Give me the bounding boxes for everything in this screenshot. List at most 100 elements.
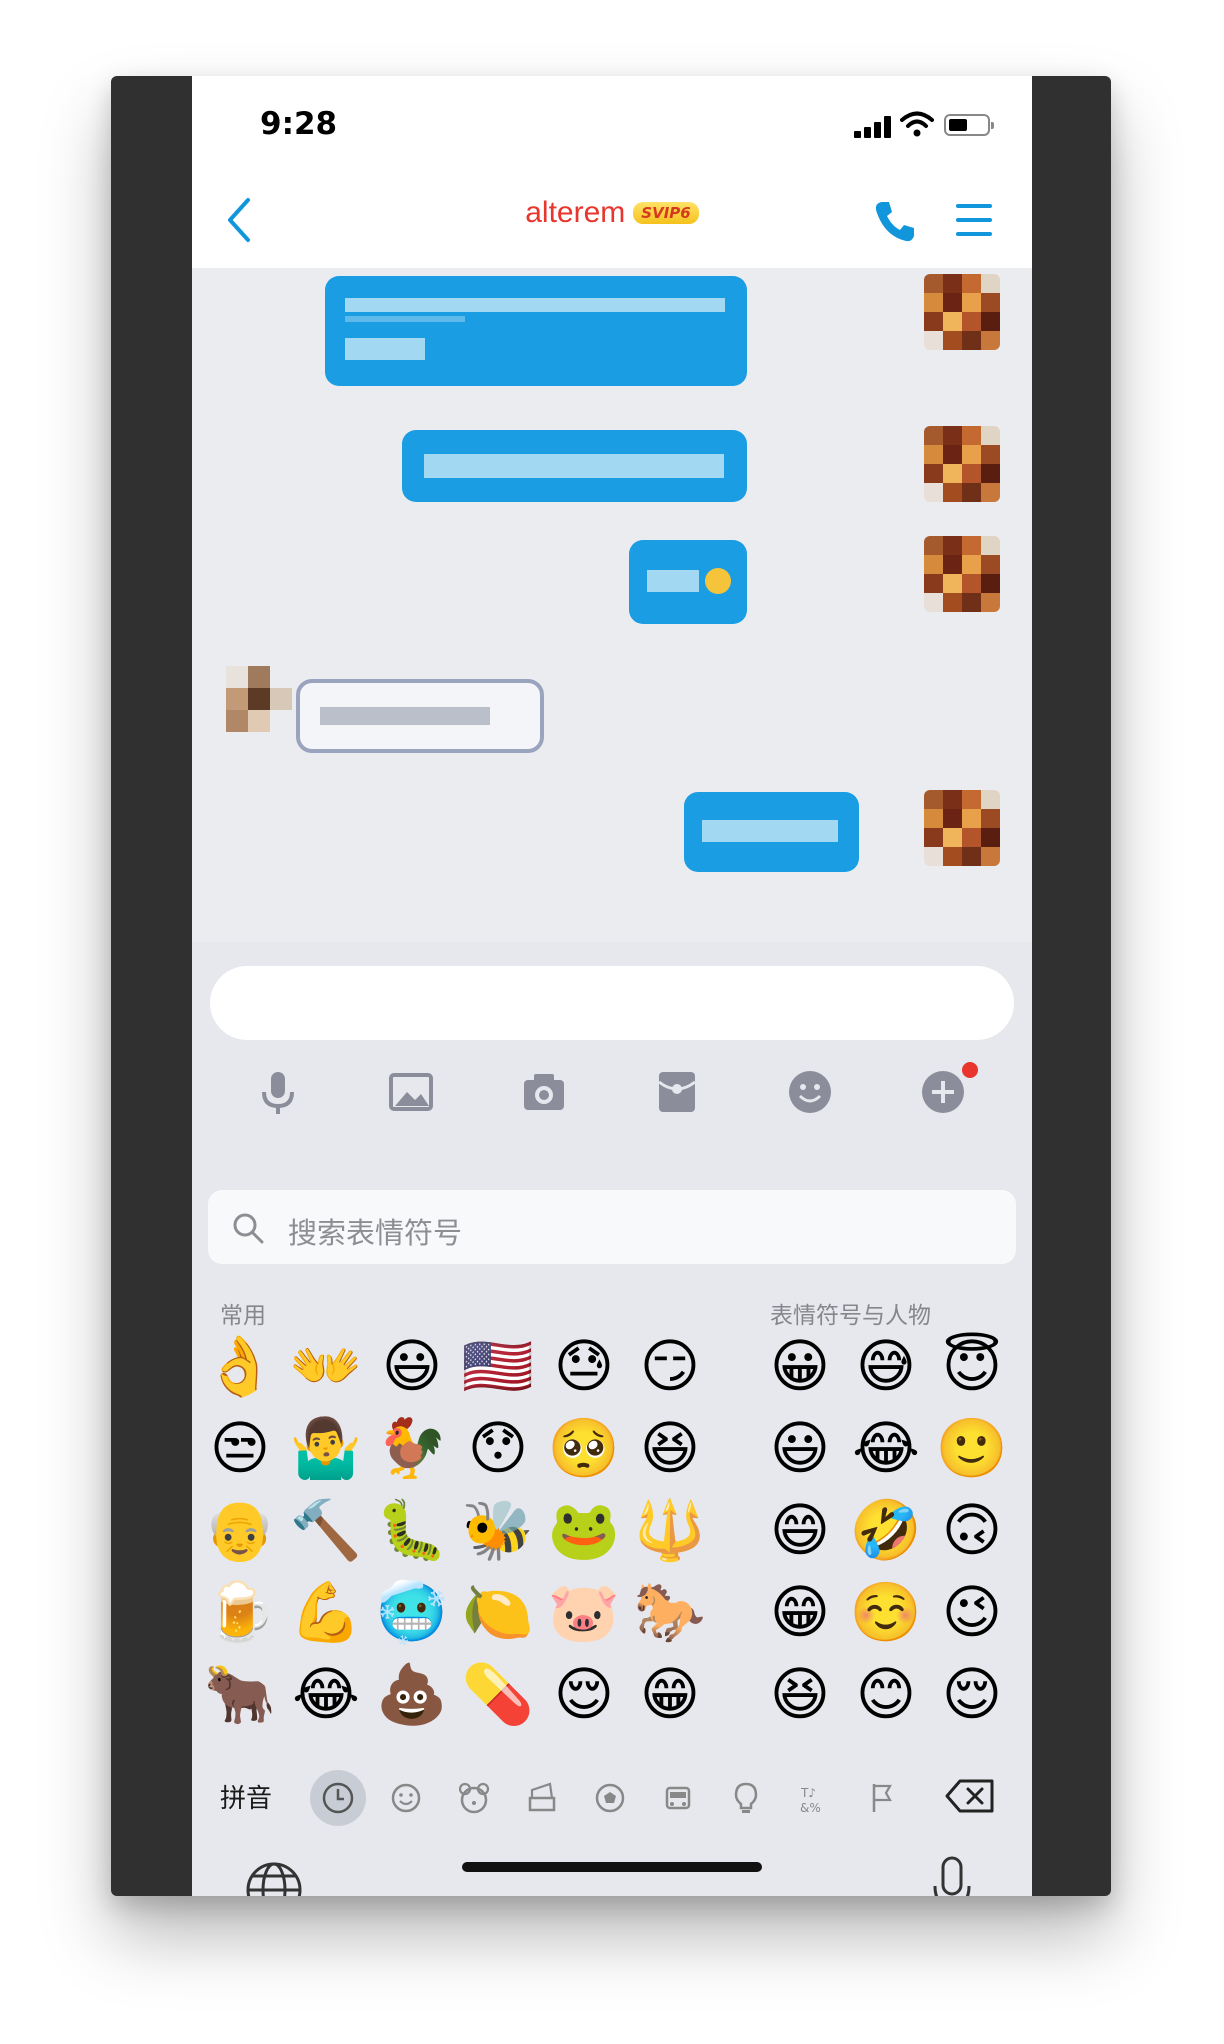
- backspace-icon[interactable]: [944, 1778, 996, 1814]
- emoji-key[interactable]: 🐷: [544, 1572, 624, 1652]
- emoji-icon[interactable]: [784, 1066, 836, 1118]
- emoji-category-bar: 拼音 T♪ &%: [192, 1760, 1032, 1830]
- emoji-key[interactable]: 💪: [286, 1572, 366, 1652]
- pinyin-key[interactable]: 拼音: [220, 1778, 272, 1815]
- flag-icon[interactable]: [854, 1770, 910, 1826]
- microphone-icon[interactable]: [252, 1066, 304, 1118]
- emoji-key[interactable]: 🔱: [630, 1490, 710, 1570]
- emoji-key[interactable]: 🔨: [286, 1490, 366, 1570]
- emoji-key[interactable]: 😯: [458, 1408, 538, 1488]
- food-icon[interactable]: [514, 1770, 570, 1826]
- emoji-key[interactable]: 😅: [846, 1326, 926, 1406]
- avatar[interactable]: [924, 426, 1000, 502]
- animal-icon[interactable]: [446, 1770, 502, 1826]
- emoji-key[interactable]: 😂: [286, 1654, 366, 1734]
- input-toolbar: [192, 1056, 1032, 1136]
- signal-icon: [854, 116, 894, 138]
- message-bubble[interactable]: [629, 540, 747, 624]
- emoji-key[interactable]: 🥶: [372, 1572, 452, 1652]
- wifi-icon: [900, 111, 934, 137]
- emoji-key[interactable]: 😉: [932, 1572, 1012, 1652]
- travel-icon[interactable]: [650, 1770, 706, 1826]
- emoji-key[interactable]: 😒: [200, 1408, 280, 1488]
- search-placeholder: 搜索表情符号: [288, 1216, 463, 1250]
- emoji-key[interactable]: 😏: [630, 1326, 710, 1406]
- globe-icon[interactable]: [244, 1860, 304, 1896]
- emoji-key[interactable]: 😄: [760, 1490, 840, 1570]
- avatar[interactable]: [924, 790, 1000, 866]
- message-bubble[interactable]: [684, 792, 859, 872]
- emoji-key[interactable]: 👌: [200, 1326, 280, 1406]
- search-icon: [233, 1213, 264, 1244]
- message-bubble[interactable]: [402, 430, 747, 502]
- emoji-key[interactable]: 😀: [760, 1326, 840, 1406]
- emoji-key[interactable]: 😃: [372, 1326, 452, 1406]
- emoji-key[interactable]: 👴: [200, 1490, 280, 1570]
- emoji-key[interactable]: 🍋: [458, 1572, 538, 1652]
- message-bubble[interactable]: [296, 679, 544, 753]
- status-bar: 9:28: [192, 76, 1032, 172]
- sports-icon[interactable]: [582, 1770, 638, 1826]
- avatar[interactable]: [212, 656, 302, 746]
- chat-header: alterem SVIP6: [192, 172, 1032, 268]
- image-icon[interactable]: [385, 1066, 437, 1118]
- emoji-key[interactable]: 😇: [932, 1326, 1012, 1406]
- emoji-key[interactable]: 🥺: [544, 1408, 624, 1488]
- emoji-key[interactable]: 😂: [846, 1408, 926, 1488]
- emoji-key[interactable]: 🐸: [544, 1490, 624, 1570]
- frequent-section-label: 常用: [220, 1303, 266, 1329]
- clock-icon[interactable]: [310, 1770, 366, 1826]
- vip-badge: SVIP6: [633, 202, 699, 224]
- symbols-icon[interactable]: T♪ &%: [786, 1770, 842, 1826]
- svg-text:T♪: T♪: [800, 1786, 816, 1800]
- people-section-label: 表情符号与人物: [770, 1303, 931, 1329]
- emoji-key[interactable]: 🐛: [372, 1490, 452, 1570]
- svg-text:&%: &%: [800, 1801, 821, 1815]
- avatar[interactable]: [924, 536, 1000, 612]
- contact-name: alterem: [525, 196, 626, 229]
- emoji-key[interactable]: 🙃: [932, 1490, 1012, 1570]
- emoji-key[interactable]: 🤷‍♂️: [286, 1408, 366, 1488]
- emoji-key[interactable]: 😆: [760, 1654, 840, 1734]
- emoji-key[interactable]: 😁: [760, 1572, 840, 1652]
- red-packet-icon[interactable]: [651, 1066, 703, 1118]
- phone-icon[interactable]: [872, 198, 918, 244]
- emoji-key[interactable]: 😃: [760, 1408, 840, 1488]
- home-indicator: [462, 1862, 762, 1872]
- emoji-key[interactable]: 🐓: [372, 1408, 452, 1488]
- emoji-key[interactable]: 😌: [544, 1654, 624, 1734]
- emoji-key[interactable]: 💩: [372, 1654, 452, 1734]
- emoji-key[interactable]: 😊: [846, 1654, 926, 1734]
- emoji-key[interactable]: 🐂: [200, 1654, 280, 1734]
- emoji-key[interactable]: 💊: [458, 1654, 538, 1734]
- dictation-mic-icon[interactable]: [932, 1856, 972, 1896]
- lightbulb-icon[interactable]: [718, 1770, 774, 1826]
- phone-screen: 9:28 alterem SVIP6 搜索表情符号 常用 表情符号与人物 👌 👐…: [192, 76, 1032, 1896]
- notification-dot: [962, 1062, 978, 1078]
- emoji-key[interactable]: 😓: [544, 1326, 624, 1406]
- menu-icon[interactable]: [956, 204, 992, 236]
- emoji-grid: 👌 👐 😃 🇺🇸 😓 😏 😒 🤷‍♂️ 🐓 😯 🥺 😆 👴 🔨 🐛 🐝 🐸 🔱 🍺 💪 🥶 🍋 🐷 🐎 🐂 😂 💩 💊 😌 😁 😀 😅 😇 😃 😂 🙂…: [192, 1326, 1032, 1748]
- emoji-key[interactable]: 😌: [932, 1654, 1012, 1734]
- emoji-key[interactable]: 🍺: [200, 1572, 280, 1652]
- avatar[interactable]: [924, 274, 1000, 350]
- emoji-key[interactable]: 🙂: [932, 1408, 1012, 1488]
- emoji-key[interactable]: ☺️: [846, 1572, 926, 1652]
- emoji-key[interactable]: 🐎: [630, 1572, 710, 1652]
- status-time: 9:28: [260, 106, 338, 142]
- plus-icon[interactable]: [917, 1066, 969, 1118]
- emoji-key[interactable]: 🐝: [458, 1490, 538, 1570]
- emoji-key[interactable]: 👐: [286, 1326, 366, 1406]
- emoji-key[interactable]: 😆: [630, 1408, 710, 1488]
- battery-icon: [944, 114, 994, 136]
- emoji-key[interactable]: 😁: [630, 1654, 710, 1734]
- message-input[interactable]: [210, 966, 1014, 1040]
- message-bubble[interactable]: [325, 276, 747, 386]
- smiley-icon[interactable]: [378, 1770, 434, 1826]
- camera-icon[interactable]: [518, 1066, 570, 1118]
- chat-message-list: [192, 268, 1032, 942]
- emoji-search-field[interactable]: 搜索表情符号: [208, 1190, 1016, 1264]
- emoji-keyboard: 搜索表情符号 常用 表情符号与人物 👌 👐 😃 🇺🇸 😓 😏 😒 🤷‍♂️ 🐓 😯 🥺 😆 👴 🔨 🐛 🐝 🐸 🔱…: [192, 942, 1032, 1896]
- emoji-key[interactable]: 🇺🇸: [458, 1326, 538, 1406]
- emoji-key[interactable]: 🤣: [846, 1490, 926, 1570]
